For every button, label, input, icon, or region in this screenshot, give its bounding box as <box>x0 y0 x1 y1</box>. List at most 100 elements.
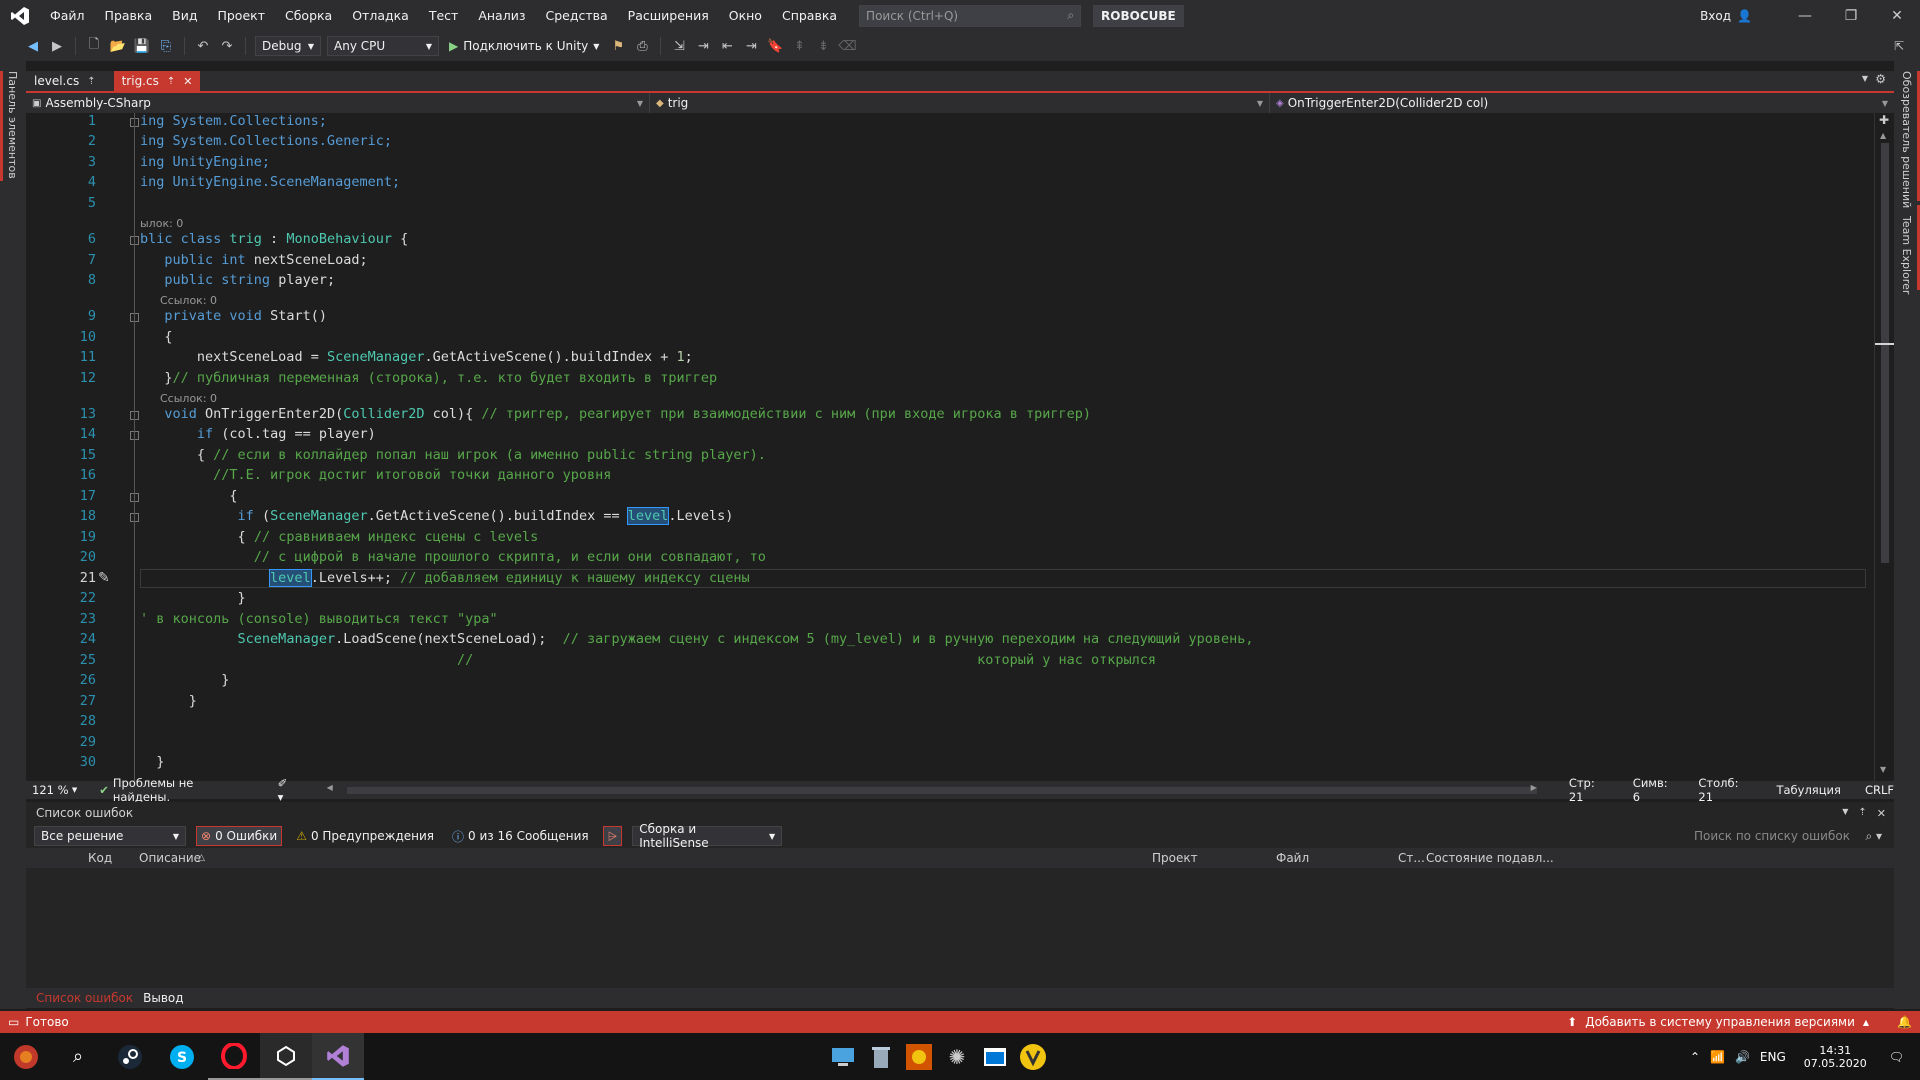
quick-actions-icon[interactable]: ✎ <box>98 570 110 586</box>
line-ending[interactable]: CRLF <box>1865 783 1894 797</box>
member-dropdown[interactable]: ◈ OnTriggerEnter2D(Collider2D col) ▼ <box>1270 93 1894 113</box>
spider-icon[interactable]: ✺ <box>938 1033 976 1080</box>
menu-extensions[interactable]: Расширения <box>618 0 719 31</box>
open-file-icon[interactable]: 📂 <box>109 37 127 55</box>
filter-toggle-button[interactable]: ⩥ <box>602 826 623 846</box>
user-icon[interactable]: 👤 <box>1737 9 1752 23</box>
column-description[interactable]: Описание <box>139 851 201 865</box>
steam-icon[interactable] <box>104 1033 156 1080</box>
scroll-left-icon[interactable]: ◀ <box>327 783 333 792</box>
menu-debug[interactable]: Отладка <box>342 0 419 31</box>
restore-button[interactable]: ❐ <box>1828 8 1874 24</box>
bookmark-icon[interactable]: 🔖 <box>766 37 784 55</box>
code-editor[interactable]: 1 2 3 4 5 6 7 8 9 10 11 12 13 14 15 16 1… <box>26 113 1894 781</box>
menu-view[interactable]: Вид <box>162 0 207 31</box>
horizontal-scroll-thumb[interactable] <box>346 787 1537 794</box>
vertical-scrollbar[interactable]: ✚ ▲ ▼ <box>1874 113 1894 781</box>
chevron-down-icon[interactable]: ▼ <box>72 786 77 794</box>
menu-file[interactable]: Файл <box>40 0 95 31</box>
chevron-down-icon[interactable]: ▼ <box>1842 807 1848 820</box>
column-suppression[interactable]: Состояние подавл... <box>1426 851 1554 865</box>
tab-output[interactable]: Вывод <box>143 991 183 1005</box>
window-app-icon[interactable] <box>976 1033 1014 1080</box>
screenshot-icon[interactable]: ⎙ <box>633 37 651 55</box>
menu-help[interactable]: Справка <box>772 0 847 31</box>
warnings-filter-button[interactable]: ⚠ 0 Предупреждения <box>292 826 438 846</box>
menu-edit[interactable]: Правка <box>95 0 163 31</box>
clock[interactable]: 14:31 07.05.2020 <box>1804 1044 1867 1070</box>
horizontal-scrollbar[interactable]: ◀ ▶ <box>327 783 1537 796</box>
build-source-select[interactable]: Сборка и IntelliSense ▼ <box>632 822 783 850</box>
column-project[interactable]: Проект <box>1152 851 1198 865</box>
save-all-icon[interactable]: ⎘ <box>157 37 175 55</box>
clear-bookmarks-icon[interactable]: ⌫ <box>838 37 856 55</box>
minimize-button[interactable]: — <box>1782 8 1828 24</box>
outdent-icon[interactable]: ⇤ <box>718 37 736 55</box>
solution-configuration-select[interactable]: Debug ▼ <box>255 36 321 56</box>
split-editor-icon[interactable]: ✚ <box>1879 113 1889 127</box>
close-icon[interactable]: ✕ <box>1877 807 1886 820</box>
computer-icon[interactable] <box>824 1033 862 1080</box>
game-icon[interactable] <box>900 1033 938 1080</box>
redo-icon[interactable]: ↷ <box>218 37 236 55</box>
save-icon[interactable]: 💾 <box>133 37 151 55</box>
codelens-references[interactable]: ылок: 0 <box>140 217 183 230</box>
start-button-icon[interactable] <box>0 1033 52 1080</box>
menu-build[interactable]: Сборка <box>275 0 342 31</box>
menu-analyze[interactable]: Анализ <box>468 0 535 31</box>
network-icon[interactable]: 📶 <box>1710 1050 1725 1064</box>
zoom-level[interactable]: 121 % <box>26 783 72 797</box>
codelens-references[interactable]: Ссылок: 0 <box>160 392 217 405</box>
signin-link[interactable]: Вход <box>1700 9 1731 23</box>
pin-icon[interactable]: ⇡ <box>87 76 95 87</box>
step-over-icon[interactable]: ⇥ <box>694 37 712 55</box>
attach-to-unity-button[interactable]: ▶ Подключить к Unity ▼ <box>445 39 603 53</box>
code-cleanup-icon[interactable]: ✐ ▾ <box>278 776 297 804</box>
pin-icon[interactable]: ⇡ <box>1858 807 1866 820</box>
undo-icon[interactable]: ↶ <box>194 37 212 55</box>
unity-icon[interactable] <box>260 1033 312 1080</box>
solution-platform-select[interactable]: Any CPU ▼ <box>327 36 439 56</box>
chevron-up-icon[interactable]: ▲ <box>1863 1018 1869 1027</box>
menu-test[interactable]: Тест <box>419 0 468 31</box>
language-indicator[interactable]: ENG <box>1760 1050 1786 1064</box>
solution-explorer-tab[interactable]: Обозреватель решений <box>1900 71 1913 208</box>
visual-studio-taskbar-icon[interactable] <box>312 1033 364 1080</box>
add-to-source-control[interactable]: Добавить в систему управления версиями <box>1585 1015 1855 1029</box>
gear-icon[interactable]: ⚙ <box>1875 72 1886 86</box>
forward-icon[interactable]: ▶ <box>48 37 66 55</box>
messages-filter-button[interactable]: ⓘ 0 из 16 Сообщения <box>448 826 593 846</box>
live-share-icon[interactable]: ⇱ <box>1894 39 1904 53</box>
new-project-icon[interactable]: 🗋 <box>85 37 103 55</box>
step-into-icon[interactable]: ⇲ <box>670 37 688 55</box>
opera-icon[interactable] <box>208 1033 260 1080</box>
notifications-bell-icon[interactable]: 🔔 <box>1897 1015 1912 1029</box>
team-explorer-tab[interactable]: Team Explorer <box>1900 216 1913 294</box>
prev-bookmark-icon[interactable]: ⇞ <box>790 37 808 55</box>
indent-icon[interactable]: ⇥ <box>742 37 760 55</box>
close-tab-icon[interactable]: ✕ <box>183 75 192 88</box>
scroll-right-icon[interactable]: ▶ <box>1531 783 1537 792</box>
volume-icon[interactable]: 🔊 <box>1735 1050 1750 1064</box>
chevron-up-icon[interactable]: ⌃ <box>1690 1050 1700 1064</box>
toolbox-tab[interactable]: Панель элементов <box>6 71 19 179</box>
issues-status[interactable]: Проблемы не найдены. <box>113 776 254 804</box>
class-dropdown[interactable]: ◆ trig ▼ <box>650 93 1270 113</box>
errors-filter-button[interactable]: ⊗ 0 Ошибки <box>196 826 283 846</box>
scope-select[interactable]: Все решение ▼ <box>34 826 186 846</box>
menu-project[interactable]: Проект <box>207 0 275 31</box>
action-center-icon[interactable]: 🗨 <box>1889 1050 1904 1064</box>
codelens-references[interactable]: Ссылок: 0 <box>160 294 217 307</box>
tab-trig-cs[interactable]: trig.cs ⇡ ✕ <box>113 71 201 91</box>
recycle-bin-icon[interactable] <box>862 1033 900 1080</box>
tab-list-dropdown-icon[interactable]: ▼ <box>1862 74 1868 83</box>
search-icon[interactable]: ⌕ <box>52 1033 104 1080</box>
column-line[interactable]: Ст... <box>1398 851 1425 865</box>
tab-level-cs[interactable]: level.cs ⇡ <box>26 71 104 91</box>
menu-window[interactable]: Окно <box>719 0 772 31</box>
vivaldi-icon[interactable] <box>1014 1033 1052 1080</box>
back-icon[interactable]: ◀ <box>24 37 42 55</box>
error-search-input[interactable]: Поиск по списку ошибок ⌕ ▾ <box>1690 826 1886 846</box>
column-code[interactable]: Код <box>88 851 112 865</box>
close-window-button[interactable]: ✕ <box>1874 8 1920 24</box>
